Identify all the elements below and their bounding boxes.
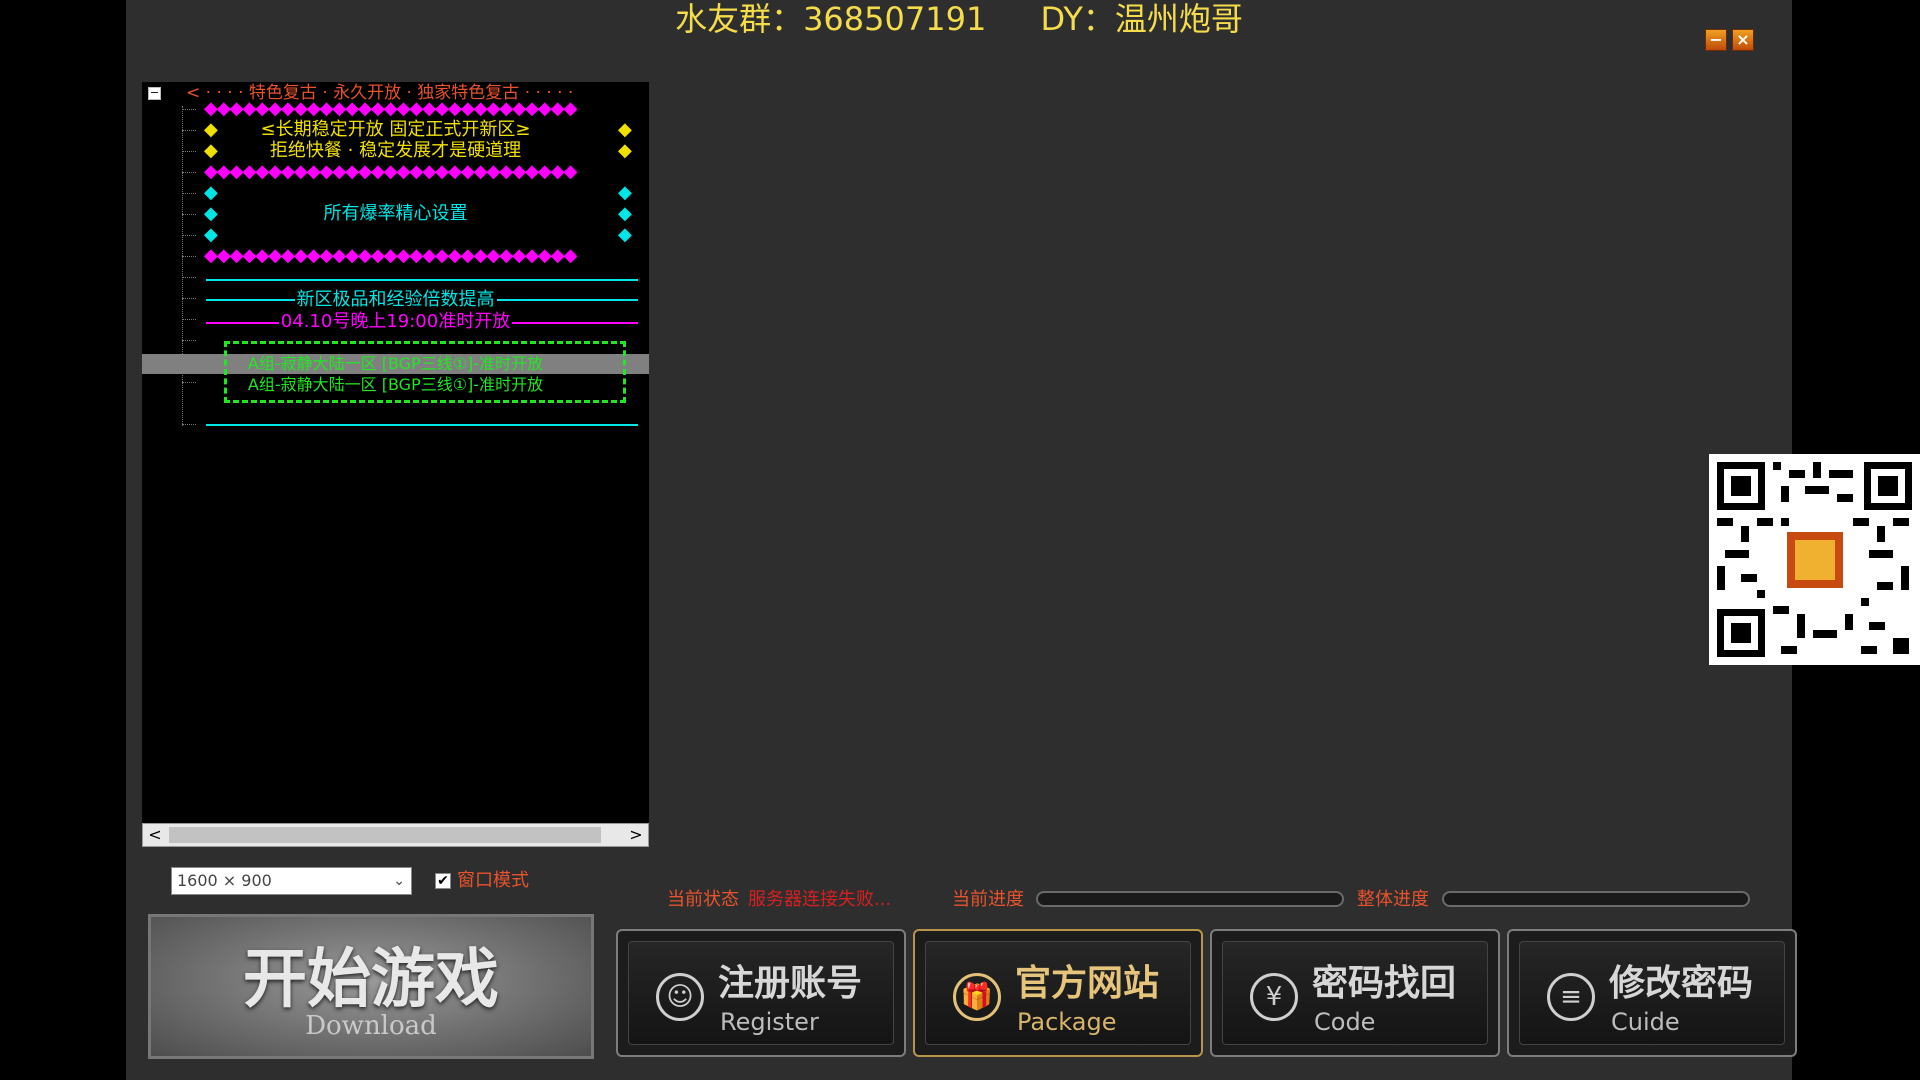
list-icon: ≡ <box>1547 973 1595 1021</box>
notice-magenta-border: ◆◆◆◆◆◆◆◆◆◆◆◆◆◆◆◆◆◆◆◆◆◆◆◆◆◆◆◆◆ <box>204 245 577 266</box>
recover-password-title: 密码找回 <box>1312 963 1457 1004</box>
server-list-item[interactable]: A组-寂静大陆一区 [BGP三线①]-准时开放 <box>142 353 649 375</box>
cyan-separator <box>206 279 638 281</box>
recover-password-button[interactable]: ¥ 密码找回 Code <box>1210 929 1500 1057</box>
tree-branch <box>182 193 196 194</box>
current-progress-label: 当前进度 <box>952 889 1024 910</box>
change-password-title: 修改密码 <box>1609 963 1754 1004</box>
register-button[interactable]: ☺ 注册账号 Register <box>616 929 906 1057</box>
change-password-button[interactable]: ≡ 修改密码 Cuide <box>1507 929 1797 1057</box>
window-title: 水友群：368507191 DY：温州炮哥 <box>126 0 1792 40</box>
group-number-text: 水友群：368507191 <box>675 0 987 38</box>
server-list-item[interactable]: A组-寂静大陆一区 [BGP三线①]-准时开放 <box>142 374 649 396</box>
current-progress-bar <box>1036 891 1344 907</box>
tree-branch <box>182 424 196 425</box>
notice-line-4-text: 新区极品和经验倍数提高 <box>294 289 497 310</box>
tree-branch <box>182 235 196 236</box>
notice-cyan-diamond: ◆ <box>204 182 218 203</box>
notice-cyan-diamond: ◆ <box>618 182 632 203</box>
start-game-button[interactable]: 开始游戏 Download <box>148 914 594 1059</box>
notice-magenta-border: ◆◆◆◆◆◆◆◆◆◆◆◆◆◆◆◆◆◆◆◆◆◆◆◆◆◆◆◆◆ <box>204 98 577 119</box>
tree-branch <box>182 256 196 257</box>
overall-progress-bar <box>1442 891 1750 907</box>
official-site-button[interactable]: 🎁 官方网站 Package <box>913 929 1203 1057</box>
notice-cyan-diamond: ◆ <box>204 224 218 245</box>
register-subtitle: Register <box>720 1008 819 1036</box>
resolution-value: 1600 × 900 <box>177 871 272 890</box>
official-site-subtitle: Package <box>1017 1008 1117 1036</box>
current-state-label: 当前状态 <box>667 889 739 910</box>
yen-icon: ¥ <box>1250 973 1298 1021</box>
scroll-left-arrow[interactable]: < <box>143 824 167 846</box>
window-mode-label: 窗口模式 <box>457 870 529 891</box>
chevron-down-icon: ⌄ <box>393 873 405 889</box>
official-site-title: 官方网站 <box>1015 963 1160 1004</box>
tree-branch <box>182 109 196 110</box>
tree-branch <box>182 172 196 173</box>
notice-line-5: 04.10号晚上19:00准时开放 <box>142 311 649 333</box>
notice-line-5-text: 04.10号晚上19:00准时开放 <box>278 311 513 332</box>
qr-code-image <box>1717 462 1912 657</box>
checkmark-icon[interactable]: ✔ <box>435 873 451 889</box>
close-button[interactable]: × <box>1732 29 1754 51</box>
scrollbar-thumb[interactable] <box>169 827 601 843</box>
scroll-right-arrow[interactable]: > <box>624 824 648 846</box>
douyin-text: DY：温州炮哥 <box>1040 0 1243 38</box>
notice-line-4: 新区极品和经验倍数提高 <box>142 289 649 311</box>
change-password-subtitle: Cuide <box>1611 1008 1680 1036</box>
overall-progress-label: 整体进度 <box>1357 889 1429 910</box>
start-game-title: 开始游戏 <box>243 942 499 1017</box>
tree-branch <box>182 340 196 341</box>
notice-magenta-border: ◆◆◆◆◆◆◆◆◆◆◆◆◆◆◆◆◆◆◆◆◆◆◆◆◆◆◆◆◆ <box>204 161 577 182</box>
minimize-button[interactable]: − <box>1705 29 1727 51</box>
collapse-toggle[interactable]: − <box>148 87 161 100</box>
register-title: 注册账号 <box>718 963 863 1004</box>
horizontal-scrollbar[interactable]: < > <box>142 823 649 847</box>
notice-cyan-diamond: ◆ <box>618 224 632 245</box>
current-state-value: 服务器连接失败... <box>748 889 892 910</box>
user-icon: ☺ <box>656 973 704 1021</box>
cyan-separator <box>206 424 638 426</box>
gift-icon: 🎁 <box>953 973 1001 1021</box>
resolution-select[interactable]: 1600 × 900 ⌄ <box>171 867 412 895</box>
launcher-window: 水友群：368507191 DY：温州炮哥 − × − < · · · · 特色… <box>126 0 1797 1080</box>
tree-branch <box>182 277 196 278</box>
start-game-subtitle: Download <box>305 1011 437 1041</box>
announcement-panel: − < · · · · 特色复古 · 永久开放 · 独家特色复古 · · · ·… <box>142 82 649 823</box>
notice-line-2: 拒绝快餐 · 稳定发展才是硬道理 <box>269 140 522 161</box>
recover-password-subtitle: Code <box>1314 1008 1376 1036</box>
qr-code <box>1709 454 1920 665</box>
notice-line-1: ≤长期稳定开放 固定正式开新区≥ <box>260 119 531 140</box>
notice-line-3: 所有爆率精心设置 <box>323 203 468 224</box>
